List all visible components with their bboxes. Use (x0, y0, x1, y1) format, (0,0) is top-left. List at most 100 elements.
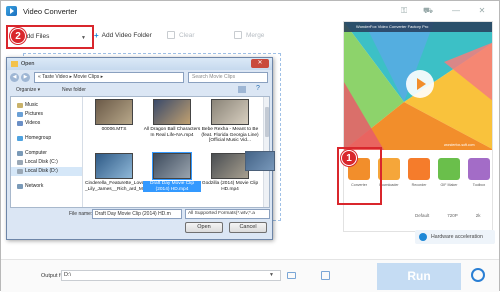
file-pane: 00006.MTS All Dragon Ball Characters In … (85, 99, 269, 205)
file-item[interactable]: Bebe Rexha - Meant to Be (feat. Florida … (201, 99, 259, 151)
clear-label: Clear (179, 31, 195, 39)
close-icon[interactable]: ✕ (477, 6, 487, 16)
new-folder-button[interactable]: New folder (62, 87, 86, 93)
file-type-select[interactable]: All Supported Formats(*.wtv;*.a (185, 209, 270, 219)
nav-item-label: Pictures (25, 111, 44, 117)
promo-watermark: wonderfox-soft.com (444, 143, 475, 147)
address-row: ◀ ▶ « Taste Video ▸ Movie Clips ▸ Search… (10, 72, 269, 83)
file-name: Godzilla (2014) Movie Clip HD.mp4 (201, 181, 259, 192)
alarm-clock-icon[interactable] (471, 268, 485, 282)
file-name: Bebe Rexha - Meant to Be (feat. Florida … (201, 127, 259, 144)
app-logo-icon (6, 6, 17, 16)
nav-item-label: Local Disk (C:) (25, 159, 58, 165)
file-item[interactable]: Cinderella_Featurette_Love_Story_01 _Lil… (85, 153, 167, 205)
recorder-icon (408, 158, 430, 180)
pictures-icon (17, 112, 23, 117)
tool-recorder[interactable]: Recorder (407, 158, 431, 187)
app-window: Video Converter ⚿ ⛟ — ✕ + Add Files ▼ + … (0, 0, 500, 292)
video-thumbnail (95, 153, 133, 179)
app-title: Video Converter (23, 7, 78, 16)
dialog-body: Music Pictures Videos Homegroup Computer… (10, 96, 270, 208)
video-thumbnail (95, 99, 133, 125)
gif-maker-icon (438, 158, 460, 180)
nav-item-label: Local Disk (D:) (25, 168, 58, 174)
view-icon[interactable] (238, 86, 246, 93)
nav-item-label: Videos (25, 120, 41, 126)
nav-item-local-disk-c[interactable]: Local Disk (C:) (11, 158, 82, 167)
video-thumbnail (211, 99, 249, 125)
drive-icon (17, 169, 23, 174)
scrollbar-thumb[interactable] (265, 107, 269, 137)
address-bar[interactable]: « Taste Video ▸ Movie Clips ▸ (34, 72, 184, 83)
dialog-title-bar: Open ✕ (7, 58, 272, 70)
back-icon[interactable]: ◀ (10, 73, 19, 82)
file-name: 00006.MTS (101, 127, 127, 132)
nav-item-pictures[interactable]: Pictures (11, 110, 82, 119)
output-folder-field[interactable]: D:\ (61, 270, 281, 281)
nav-item-music[interactable]: Music (11, 101, 82, 110)
minimize-icon[interactable]: — (451, 6, 461, 16)
nav-item-label: Music (25, 102, 39, 108)
network-icon (17, 184, 23, 189)
folder-icon (11, 61, 18, 67)
search-input[interactable]: Search Movie Clips (188, 72, 268, 83)
step-one-badge: 1 (341, 150, 357, 166)
browse-folder-icon[interactable] (287, 272, 296, 279)
video-thumbnail (152, 152, 192, 180)
tool-gif-maker[interactable]: GIF Maker (437, 158, 461, 187)
merge-label: Merge (246, 31, 265, 39)
cart-icon[interactable]: ⛟ (423, 6, 433, 16)
nav-item-label: Network (25, 183, 44, 189)
tool-label: GIF Maker (440, 183, 458, 187)
open-folder-icon[interactable] (321, 271, 330, 280)
computer-icon (17, 151, 23, 156)
homegroup-icon (17, 136, 23, 141)
bottom-bar: Output folder: D:\ ▼ Run (1, 259, 499, 292)
tool-label: Toolbox (472, 183, 486, 187)
nav-item-computer[interactable]: Computer (11, 149, 82, 158)
file-item[interactable]: All Dragon Ball Characters In Real Life-… (143, 99, 201, 151)
nav-item-label: Homegroup (25, 135, 52, 141)
run-button[interactable]: Run (377, 263, 461, 290)
navigation-pane: Music Pictures Videos Homegroup Computer… (11, 97, 83, 207)
file-name: All Dragon Ball Characters In Real Life-… (143, 127, 201, 138)
forward-icon[interactable]: ▶ (21, 73, 30, 82)
add-folder-label: Add Video Folder (101, 32, 152, 39)
cancel-button[interactable]: Cancel (229, 222, 267, 233)
nav-item-videos[interactable]: Videos (11, 119, 82, 128)
tool-label: Downloader (379, 183, 399, 187)
command-bar: Organize ▾ New folder ? (10, 85, 269, 95)
nav-item-local-disk-d[interactable]: Local Disk (D:) (11, 167, 82, 176)
file-name: Draft Day Movie Clip (2014) HD.mp4 (143, 181, 201, 193)
video-thumbnail (211, 153, 249, 179)
hardware-acceleration-toggle[interactable]: Hardware acceleration (415, 230, 495, 244)
clear-button[interactable]: Clear (167, 31, 195, 39)
file-name: Cinderella_Featurette_Love_Story_01 _Lil… (85, 181, 167, 192)
file-item-selected[interactable]: Draft Day Movie Clip (2014) HD.mp4 (143, 152, 201, 205)
file-item[interactable]: 00006.MTS (85, 99, 143, 151)
output-dropdown-icon[interactable]: ▼ (269, 272, 274, 278)
open-dialog: Open ✕ ◀ ▶ « Taste Video ▸ Movie Clips ▸… (6, 57, 273, 240)
organize-menu[interactable]: Organize ▾ (16, 87, 40, 93)
nav-item-network[interactable]: Network (11, 182, 82, 191)
promo-banner-text: WonderFox Video Converter Factory Pro (356, 24, 429, 29)
tool-toolbox[interactable]: Toolbox (467, 158, 491, 187)
play-icon (406, 70, 434, 98)
trash-icon (167, 31, 175, 39)
toolbox-icon (468, 158, 490, 180)
toggle-icon (419, 233, 427, 241)
music-icon (17, 103, 23, 108)
dialog-close-button[interactable]: ✕ (251, 59, 269, 68)
add-folder-button[interactable]: + Add Video Folder (94, 31, 152, 40)
step-two-badge: 2 (10, 28, 26, 44)
nav-item-homegroup[interactable]: Homegroup (11, 134, 82, 143)
title-bar: Video Converter ⚿ ⛟ — ✕ (1, 1, 499, 21)
key-icon[interactable]: ⚿ (399, 6, 409, 16)
open-button[interactable]: Open (185, 222, 223, 233)
merge-button[interactable]: Merge (234, 31, 264, 39)
drive-icon (17, 160, 23, 165)
file-name-label: File name: (69, 211, 93, 217)
hw-accel-label: Hardware acceleration (431, 234, 483, 240)
help-icon[interactable]: ? (256, 85, 260, 92)
file-name-input[interactable]: Draft Day Movie Clip (2014) HD.m (92, 209, 182, 219)
